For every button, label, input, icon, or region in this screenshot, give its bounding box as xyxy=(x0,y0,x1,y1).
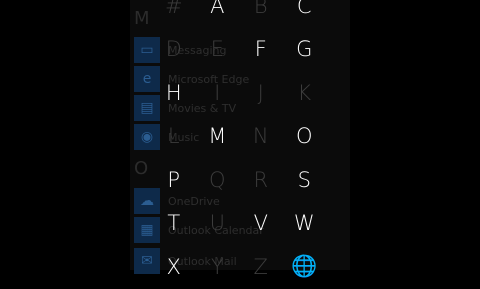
jump-cell-o[interactable]: O xyxy=(283,115,327,159)
jump-cell-hash[interactable]: # xyxy=(152,0,196,28)
jump-cell-t[interactable]: T xyxy=(152,202,196,246)
jump-cell-v[interactable]: V xyxy=(239,202,283,246)
jump-cell-q[interactable]: Q xyxy=(196,158,240,202)
jump-cell-p[interactable]: P xyxy=(152,158,196,202)
jump-cell-m[interactable]: M xyxy=(196,115,240,159)
jump-cell-f[interactable]: F xyxy=(239,28,283,72)
jump-cell-h[interactable]: H xyxy=(152,71,196,115)
jump-cell-s[interactable]: S xyxy=(283,158,327,202)
alphabet-jump-list: # A B C D E F G H I J K L M N O P Q R S … xyxy=(152,0,327,284)
section-letter-o[interactable]: O xyxy=(134,158,148,179)
jump-cell-e[interactable]: E xyxy=(196,28,240,72)
jump-cell-a[interactable]: A xyxy=(196,0,240,28)
section-letter-m[interactable]: M xyxy=(134,8,150,29)
jump-cell-d[interactable]: D xyxy=(152,28,196,72)
jump-cell-l[interactable]: L xyxy=(152,115,196,159)
jump-cell-w[interactable]: W xyxy=(283,202,327,246)
jump-cell-z[interactable]: Z xyxy=(239,245,283,289)
jump-cell-x[interactable]: X xyxy=(152,245,196,289)
jump-cell-y[interactable]: Y xyxy=(196,245,240,289)
jump-cell-i[interactable]: I xyxy=(196,71,240,115)
jump-cell-k[interactable]: K xyxy=(283,71,327,115)
jump-cell-c[interactable]: C xyxy=(283,0,327,28)
jump-cell-j[interactable]: J xyxy=(239,71,283,115)
jump-cell-n[interactable]: N xyxy=(239,115,283,159)
jump-cell-b[interactable]: B xyxy=(239,0,283,28)
jump-cell-u[interactable]: U xyxy=(196,202,240,246)
globe-icon[interactable]: 🌐 xyxy=(283,245,327,289)
jump-cell-r[interactable]: R xyxy=(239,158,283,202)
jump-cell-g[interactable]: G xyxy=(283,28,327,72)
